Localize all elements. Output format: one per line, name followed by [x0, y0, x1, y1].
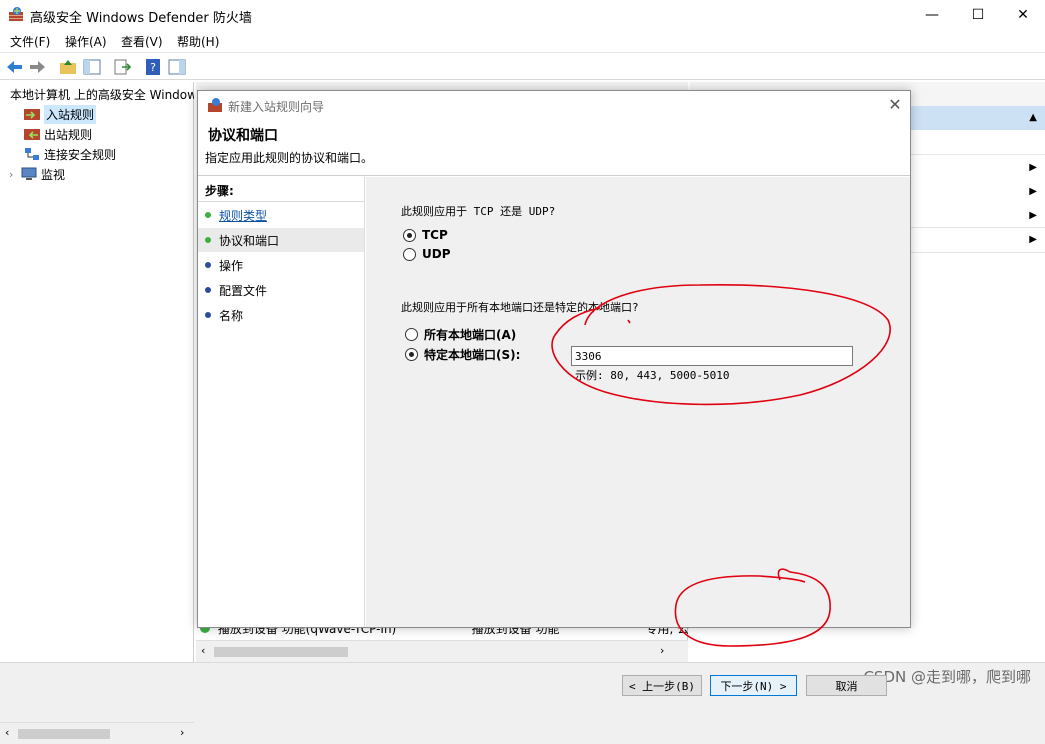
rules-horizontal-scrollbar[interactable]: ‹ ›: [196, 640, 688, 662]
wizard-steps: 步骤: 规则类型 协议和端口 操作 配置文件 名称: [198, 177, 365, 627]
submenu-arrow-icon[interactable]: ▶: [1029, 234, 1037, 245]
minimize-button[interactable]: —: [909, 0, 955, 30]
svg-text:?: ?: [150, 61, 156, 74]
submenu-arrow-icon[interactable]: ▶: [1029, 186, 1037, 197]
firewall-icon: [208, 98, 222, 112]
tree-item-label: 连接安全规则: [44, 147, 117, 162]
step-protocol-ports: 协议和端口: [198, 228, 364, 252]
steps-title: 步骤:: [205, 184, 234, 198]
menu-file[interactable]: 文件(F): [10, 33, 50, 50]
divider: [198, 201, 364, 202]
radio-label: 特定本地端口(S):: [424, 348, 521, 362]
step-pending-dot-icon: [205, 262, 211, 268]
tree-item-label: 入站规则: [44, 104, 97, 124]
menu-bar: 文件(F) 操作(A) 查看(V) 帮助(H): [0, 30, 1045, 52]
radio-selected-icon: [403, 228, 416, 242]
dialog-close-button[interactable]: ✕: [884, 94, 906, 116]
close-button[interactable]: ✕: [1000, 0, 1045, 30]
tree-horizontal-scrollbar[interactable]: ‹ ›: [0, 722, 194, 744]
scroll-thumb[interactable]: [214, 647, 348, 657]
port-question: 此规则应用于所有本地端口还是特定的本地端口?: [401, 301, 639, 314]
up-folder-icon[interactable]: [58, 57, 78, 77]
step-profile: 配置文件: [198, 278, 364, 302]
radio-unselected-icon: [403, 247, 416, 261]
tree-root-label: 本地计算机 上的高级安全 Windows Defender 防火墙: [10, 87, 194, 102]
menu-action[interactable]: 操作(A): [65, 33, 107, 50]
console-tree: 本地计算机 上的高级安全 Windows Defender 防火墙 入站规则 出…: [0, 82, 194, 744]
tree-item-inbound[interactable]: 入站规则: [24, 104, 97, 124]
protocol-question: 此规则应用于 TCP 还是 UDP?: [401, 205, 556, 218]
tree-item-label: 出站规则: [44, 127, 93, 142]
title-bar: 高级安全 Windows Defender 防火墙 — ☐ ✕: [0, 0, 1045, 30]
new-inbound-rule-wizard: 新建入站规则向导 ✕ 协议和端口 指定应用此规则的协议和端口。 步骤: 规则类型…: [197, 90, 911, 696]
maximize-button[interactable]: ☐: [955, 0, 1001, 30]
scroll-left-icon[interactable]: ‹: [201, 644, 205, 657]
submenu-arrow-icon[interactable]: ▶: [1029, 162, 1037, 173]
inbound-rules-icon: [24, 109, 40, 120]
page-subtitle: 指定应用此规则的协议和端口。: [205, 151, 374, 165]
scroll-right-icon[interactable]: ›: [180, 726, 184, 739]
chevron-right-icon[interactable]: ›: [9, 168, 21, 181]
tree-item-connection-security[interactable]: 连接安全规则: [24, 144, 116, 164]
back-arrow-icon[interactable]: [5, 57, 25, 77]
next-button[interactable]: 下一步(N) >: [710, 675, 797, 696]
radio-specific-ports[interactable]: 特定本地端口(S):: [405, 346, 520, 363]
radio-selected-icon: [405, 348, 418, 361]
radio-all-ports[interactable]: 所有本地端口(A): [405, 326, 516, 343]
radio-label: UDP: [422, 247, 451, 261]
specific-ports-input[interactable]: 3306: [571, 346, 853, 366]
status-bar: CSDN @走到哪，爬到哪: [0, 662, 1045, 687]
help-icon[interactable]: ?: [143, 57, 163, 77]
step-pending-dot-icon: [205, 287, 211, 293]
watermark: CSDN @走到哪，爬到哪: [863, 668, 1031, 686]
dialog-title-bar: 新建入站规则向导 ✕: [198, 91, 910, 119]
wizard-content: 此规则应用于 TCP 还是 UDP? TCP UDP 此规则应用于所有本地端口还…: [366, 177, 910, 696]
outbound-rules-icon: [24, 129, 40, 140]
connection-security-icon: [25, 148, 39, 160]
step-rule-type[interactable]: 规则类型: [198, 203, 364, 227]
scroll-thumb[interactable]: [18, 729, 110, 739]
tree-item-label: 监视: [41, 167, 66, 182]
port-example-hint: 示例: 80, 443, 5000-5010: [575, 369, 730, 382]
step-label: 名称: [219, 308, 244, 323]
menu-help[interactable]: 帮助(H): [177, 33, 219, 50]
radio-tcp[interactable]: TCP: [403, 228, 448, 242]
show-hide-tree-icon[interactable]: [82, 57, 102, 77]
step-pending-dot-icon: [205, 312, 211, 318]
step-label: 配置文件: [219, 283, 268, 298]
radio-udp[interactable]: UDP: [403, 247, 451, 261]
firewall-icon: [9, 7, 23, 21]
step-current-dot-icon: [205, 237, 211, 243]
step-label: 规则类型: [219, 208, 268, 223]
tree-item-outbound[interactable]: 出站规则: [24, 124, 92, 144]
radio-label: 所有本地端口(A): [424, 328, 517, 342]
tree-root[interactable]: 本地计算机 上的高级安全 Windows Defender 防火墙: [6, 84, 194, 104]
step-name: 名称: [198, 303, 364, 327]
scroll-right-icon[interactable]: ›: [660, 644, 664, 657]
scroll-left-icon[interactable]: ‹: [5, 726, 9, 739]
step-label: 操作: [219, 258, 244, 273]
radio-label: TCP: [422, 228, 448, 242]
divider: [198, 175, 910, 176]
submenu-arrow-icon[interactable]: ▶: [1029, 210, 1037, 221]
tree-item-monitoring[interactable]: › 监视: [9, 164, 65, 184]
back-button[interactable]: < 上一步(B): [622, 675, 702, 696]
page-title: 协议和端口: [208, 128, 278, 144]
toolbar: ?: [0, 52, 1045, 80]
firewall-window: 高级安全 Windows Defender 防火墙 — ☐ ✕ 文件(F) 操作…: [0, 0, 1045, 744]
step-complete-dot-icon: [205, 212, 211, 218]
window-title: 高级安全 Windows Defender 防火墙: [30, 11, 252, 26]
forward-arrow-icon[interactable]: [27, 57, 47, 77]
collapse-up-icon[interactable]: ▲: [1029, 112, 1037, 123]
step-action: 操作: [198, 253, 364, 277]
dialog-title: 新建入站规则向导: [228, 100, 325, 114]
export-list-icon[interactable]: [112, 57, 132, 77]
step-label: 协议和端口: [219, 233, 280, 248]
cancel-button[interactable]: 取消: [806, 675, 887, 696]
menu-view[interactable]: 查看(V): [121, 33, 163, 50]
action-pane-icon[interactable]: [167, 57, 187, 77]
monitor-icon: [21, 167, 37, 180]
radio-unselected-icon: [405, 328, 418, 341]
